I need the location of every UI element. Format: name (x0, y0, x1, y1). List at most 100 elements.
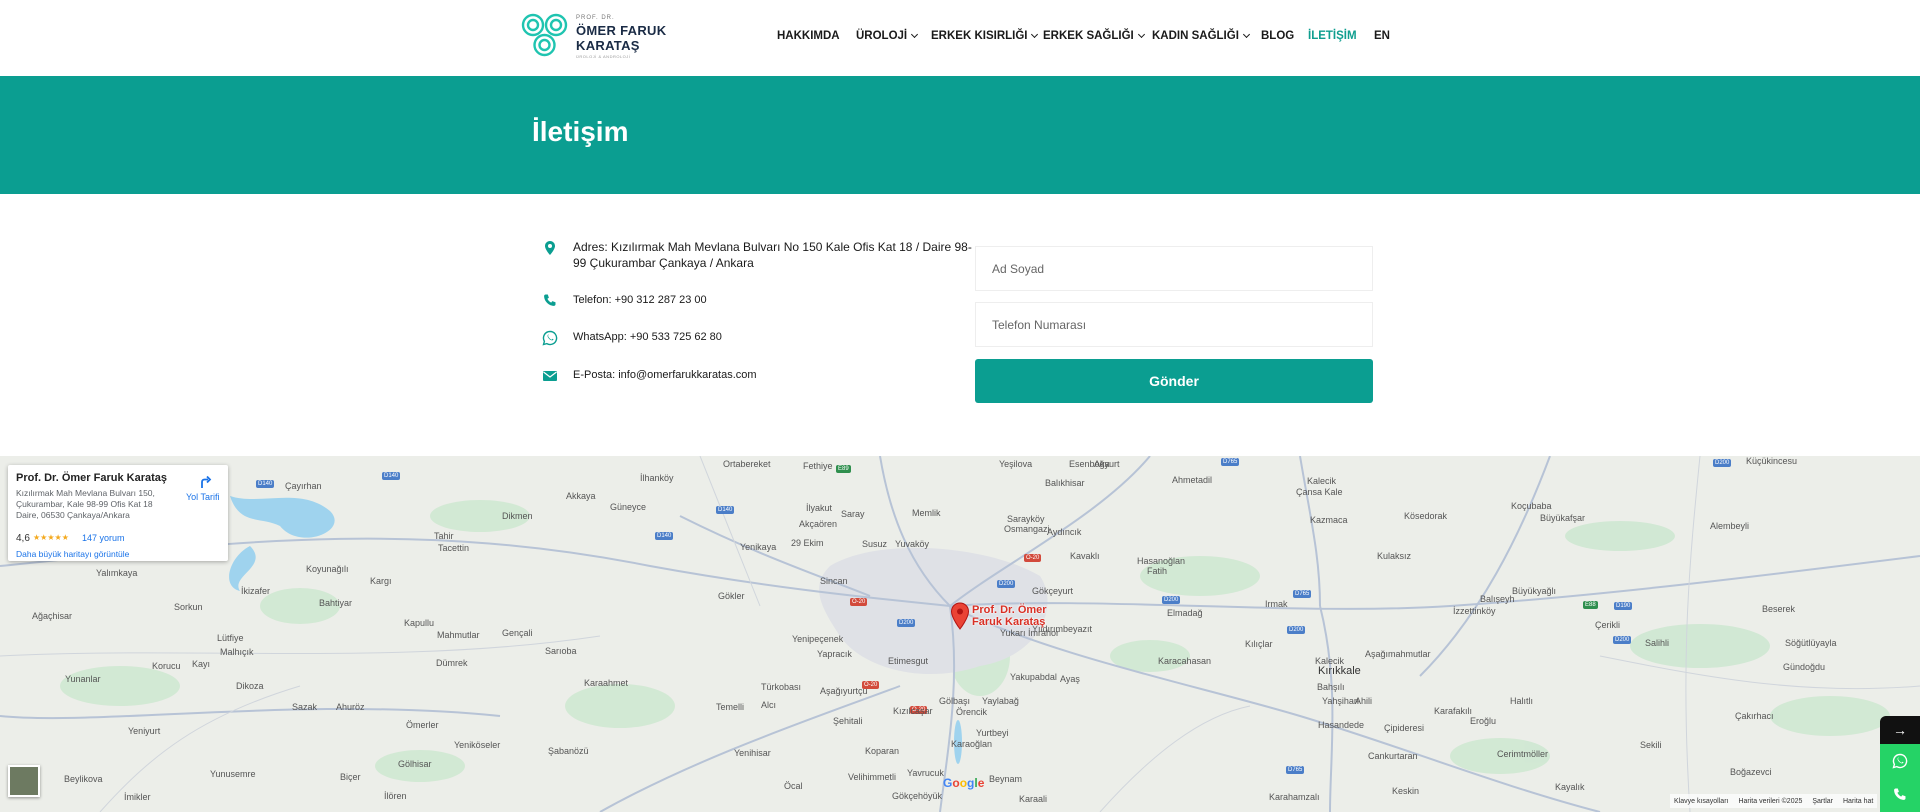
map-place: İlhanköy (640, 473, 674, 483)
map-place: Yaylabağ (982, 696, 1019, 706)
map-place: Türkobası (761, 682, 802, 692)
map-place: Gündoğdu (1783, 662, 1826, 672)
map-place: Malhıçık (220, 647, 254, 657)
rating-stars-icon: ★★★★★ (33, 533, 69, 542)
map-place: Yenipeçenek (792, 634, 844, 644)
map-place: Yenihisar (734, 748, 771, 758)
map-marker-icon[interactable] (950, 602, 970, 630)
contact-phone-text: Telefon: +90 312 287 23 00 (573, 294, 707, 306)
road-badge: D200 (897, 619, 916, 627)
map-place: Dikmen (502, 511, 533, 521)
map-place: Susuz (862, 539, 888, 549)
nav-item-erkek-sagligi[interactable]: ERKEK SAĞLIĞI (1043, 30, 1145, 42)
place-card-reviews-link[interactable]: 147 yorum (82, 533, 125, 543)
directions-link[interactable]: Yol Tarifi (186, 492, 220, 502)
map-place: Boğazevci (1730, 767, 1772, 777)
map-place: Sarıoba (545, 646, 577, 656)
nav-item-kadin-sagligi[interactable]: KADIN SAĞLIĞI (1152, 30, 1250, 42)
phone-icon (1894, 788, 1906, 800)
map-place: Akkaya (566, 491, 596, 501)
nav-item-iletisim[interactable]: İLETİŞİM (1308, 30, 1357, 42)
name-field[interactable] (975, 246, 1373, 291)
contact-whatsapp[interactable]: WhatsApp: +90 533 725 62 80 (542, 329, 722, 346)
nav-item-erkek-kisirligi[interactable]: ERKEK KISIRLIĞI (931, 30, 1039, 42)
map-place: Yunusemre (210, 769, 256, 779)
report-map-error-link[interactable]: Harita hat (1843, 798, 1873, 805)
floating-arrow-button[interactable]: → (1880, 716, 1920, 744)
map-place: Yeşilova (999, 459, 1033, 469)
map-place: Temelli (716, 702, 745, 712)
contact-phone[interactable]: Telefon: +90 312 287 23 00 (542, 292, 707, 309)
map-place: Velihimmetli (848, 772, 897, 782)
nav-item-blog[interactable]: BLOG (1261, 30, 1294, 42)
map-place: Kalecik (1315, 656, 1345, 666)
map-place: Dikoza (236, 681, 264, 691)
map-place: İmikler (124, 792, 151, 802)
map-place: Gökçehöyük (892, 791, 943, 801)
google-map[interactable]: D140 D140 D140 D140 E89 D200 D200 O-20 O… (0, 456, 1920, 812)
map-marker-label-line2: Faruk Karataş (972, 616, 1046, 628)
floating-whatsapp-button[interactable] (1880, 744, 1920, 778)
phone-number-field[interactable] (975, 302, 1373, 347)
road-badge: D765 (1221, 458, 1240, 466)
map-place-card: Prof. Dr. Ömer Faruk Karataş Kızılırmak … (8, 465, 228, 561)
map-place: Hasanoğlan (1137, 556, 1186, 566)
map-background (0, 456, 1920, 812)
map-place: Memlik (912, 508, 941, 518)
map-place: Elmadağ (1167, 608, 1203, 618)
terms-link[interactable]: Şartlar (1812, 798, 1833, 805)
road-badge: D200 (1287, 626, 1306, 634)
submit-button[interactable]: Gönder (975, 359, 1373, 403)
map-marker-label[interactable]: Prof. Dr. Ömer Faruk Karataş (972, 604, 1047, 628)
map-place: Yurtbeyi (976, 728, 1009, 738)
map-place: Kalecik (1307, 476, 1337, 486)
map-layer-toggle[interactable] (8, 765, 40, 797)
map-place: Yeniköseler (454, 740, 501, 750)
map-place: Fethiye (803, 461, 833, 471)
map-place: Beylikova (64, 774, 103, 784)
map-place: Sarayköy (1007, 514, 1045, 524)
map-place: Bahşılı (1317, 682, 1345, 692)
map-place: Yunanlar (65, 674, 101, 684)
keyboard-shortcuts-link[interactable]: Klavye kısayolları (1674, 798, 1728, 805)
contact-address-text: Adres: Kızılırmak Mah Mevlana Bulvarı No… (573, 240, 972, 270)
chevron-down-icon (1242, 30, 1250, 39)
map-place: Kapullu (404, 618, 435, 628)
view-larger-map-link[interactable]: Daha büyük haritayı görüntüle (16, 549, 129, 559)
map-place: Kızılcaşar (893, 706, 933, 716)
map-data-attribution: Harita verileri ©2025 (1738, 797, 1803, 805)
contact-email[interactable]: E-Posta: info@omerfarukkaratas.com (542, 367, 757, 384)
nav-item-hakkimda[interactable]: HAKKIMDA (777, 30, 840, 42)
map-place: Gölbaşı (939, 696, 971, 706)
map-place: Ahuröz (336, 702, 365, 712)
map-place: Karaahmet (584, 678, 629, 688)
map-place: Gökçeyurt (1032, 586, 1074, 596)
floating-phone-button[interactable] (1880, 778, 1920, 812)
map-place: Büyükafşar (1540, 513, 1586, 523)
map-place: Cankurtaran (1368, 751, 1418, 761)
road-badge: D140 (716, 506, 735, 514)
map-place: Kargı (370, 576, 392, 586)
directions-icon[interactable] (196, 473, 212, 489)
map-place: Cerimtmöller (1497, 749, 1549, 759)
map-place: Yeniyurt (128, 726, 161, 736)
google-logo: Google (943, 776, 985, 790)
map-place: Kazmaca (1310, 515, 1348, 525)
map-place: Sorkun (174, 602, 203, 612)
map-place: Gölhisar (398, 759, 432, 769)
map-place: Karaoğlan (951, 739, 993, 749)
nav-item-uroloji[interactable]: ÜROLOJİ (856, 30, 919, 42)
map-place: Karafakılı (1434, 706, 1473, 716)
place-card-title: Prof. Dr. Ömer Faruk Karataş (16, 472, 168, 484)
map-place: Beynam (989, 774, 1023, 784)
main-navigation: HAKKIMDA ÜROLOJİ ERKEK KISIRLIĞI ERKEK S… (0, 30, 1920, 46)
nav-item-label: HAKKIMDA (777, 30, 840, 42)
road-badge: O-20 (850, 598, 868, 606)
map-place: Fatih (1147, 566, 1168, 576)
map-place: Yalımkaya (96, 568, 138, 578)
place-card-rating: 4,6 (16, 533, 30, 544)
map-place: Ağaçhisar (32, 611, 73, 621)
road-badge: D200 (1162, 596, 1181, 604)
map-place: Yakupabdal (1010, 672, 1057, 682)
nav-item-language-en[interactable]: EN (1374, 30, 1390, 42)
